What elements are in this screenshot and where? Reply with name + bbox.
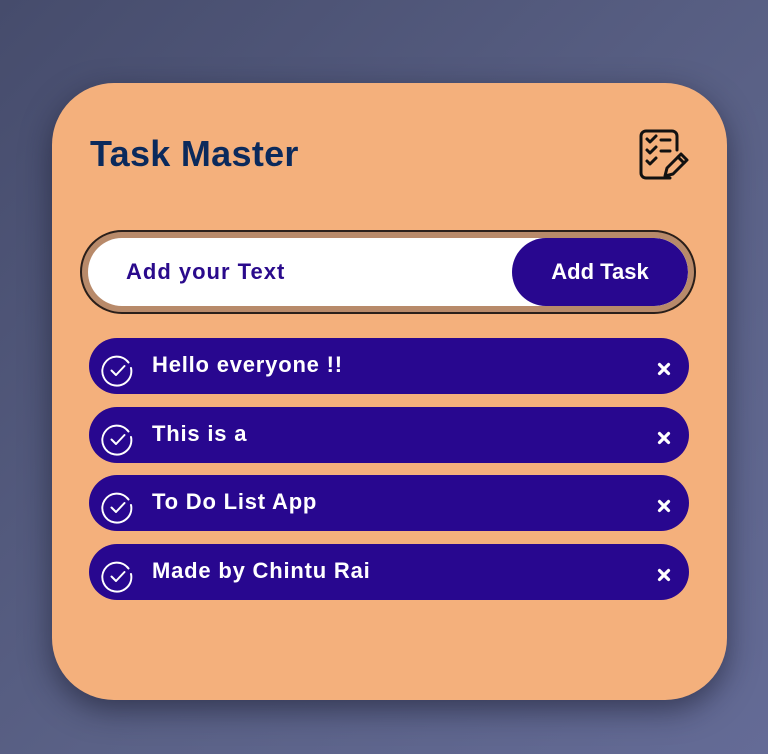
close-icon[interactable] <box>657 499 671 513</box>
app-title: Task Master <box>90 133 299 174</box>
check-circle-icon[interactable] <box>101 353 135 387</box>
task-item[interactable]: Hello everyone !! <box>89 338 689 394</box>
task-item[interactable]: This is a <box>89 406 689 463</box>
task-text: To Do List App <box>152 489 318 515</box>
task-text: This is a <box>152 420 248 446</box>
task-item[interactable]: Made by Chintu Rai <box>89 544 689 601</box>
task-input[interactable] <box>88 238 518 306</box>
add-task-button[interactable]: Add Task <box>512 238 688 306</box>
check-circle-icon[interactable] <box>101 559 135 593</box>
check-circle-icon[interactable] <box>101 422 135 456</box>
checklist-edit-icon <box>639 129 689 180</box>
task-item[interactable]: To Do List App <box>89 475 689 532</box>
task-text: Made by Chintu Rai <box>152 558 371 584</box>
close-icon[interactable] <box>657 362 671 376</box>
task-text: Hello everyone !! <box>152 352 343 377</box>
task-list: Hello everyone !! This is a To Do List A <box>89 338 689 613</box>
todo-card: Task Master Add Task Hello everyone !! <box>52 83 727 700</box>
close-icon[interactable] <box>657 431 671 445</box>
close-icon[interactable] <box>657 568 671 582</box>
task-input-wrapper: Add Task <box>88 238 688 306</box>
check-circle-icon[interactable] <box>101 490 135 524</box>
task-input-group: Add Task <box>80 230 696 314</box>
